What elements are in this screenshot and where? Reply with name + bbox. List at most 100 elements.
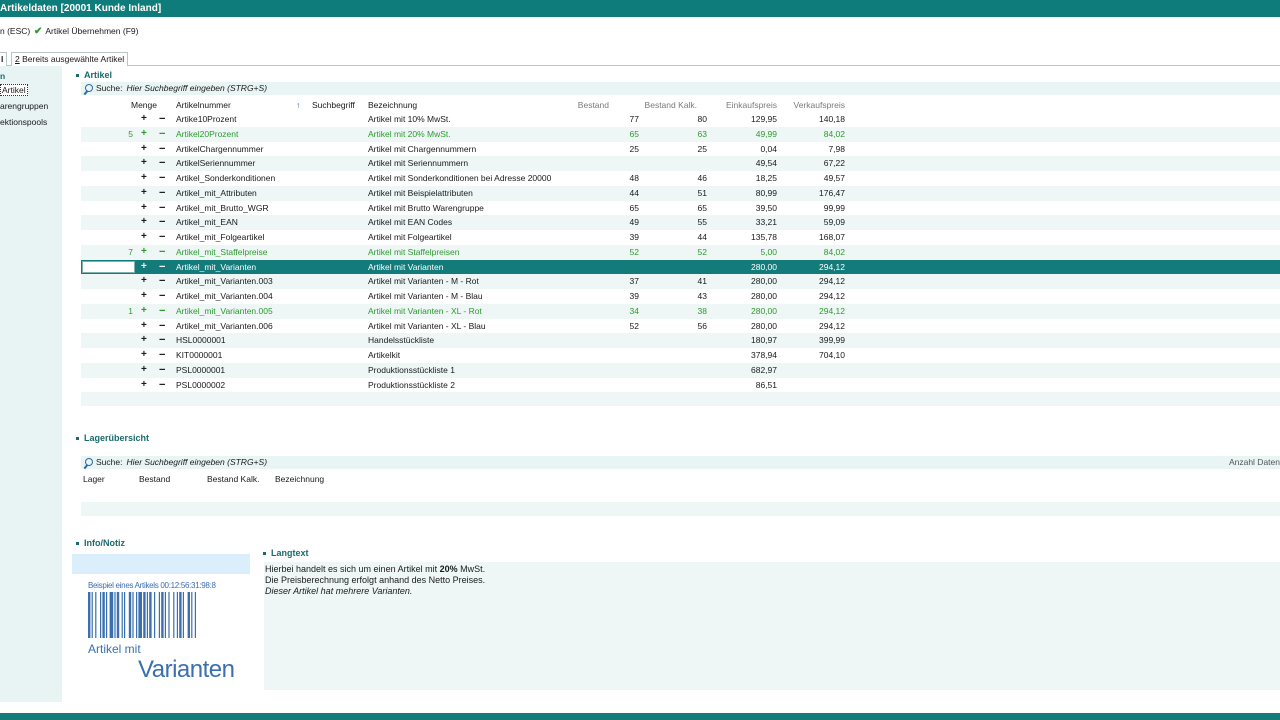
col-header-bezeichnung[interactable]: Bezeichnung xyxy=(368,99,417,111)
cell-bezeichnung: Artikel mit Staffelpreisen xyxy=(368,246,460,257)
table-row[interactable]: + − Artikel_Sonderkonditionen Artikel mit S… xyxy=(81,171,1280,186)
col-header-lager-bestand[interactable]: Bestand xyxy=(139,473,170,485)
cell-bestand: 52 xyxy=(629,320,639,331)
search-input[interactable]: Hier Suchbegriff eingeben (STRG+S) xyxy=(126,83,267,93)
table-row[interactable]: + − HSL0000001 Handelsstückliste 180,97 399,9… xyxy=(81,333,1280,348)
cell-bezeichnung: Artikel mit Varianten - M - Blau xyxy=(368,291,483,301)
artikel-section-title-text: Artikel xyxy=(84,70,113,80)
col-header-menge[interactable]: Menge xyxy=(131,99,157,111)
decrement-icon[interactable]: − xyxy=(159,333,165,348)
increment-icon[interactable]: + xyxy=(141,201,147,216)
table-row[interactable]: + − 1 Artikel_mit_Varianten.005 Artikel mit … xyxy=(81,303,1280,319)
decrement-icon[interactable]: − xyxy=(159,274,165,289)
table-row[interactable]: + − 5 Artikel20Prozent Artikel mit 20% MwSt.… xyxy=(81,126,1280,142)
decrement-icon[interactable]: − xyxy=(159,201,165,216)
lager-search-input[interactable]: Hier Suchbegriff eingeben (STRG+S) xyxy=(126,457,267,467)
cell-bestand-kalk: 43 xyxy=(697,291,707,301)
table-row[interactable]: + − Artikel_mit_Varianten.006 Artikel mit V… xyxy=(81,319,1280,334)
tab-artikel[interactable]: l xyxy=(0,52,8,66)
table-row[interactable]: + − Artikel_mit_Folgeartikel Artikel mit Fo… xyxy=(81,230,1280,245)
cell-artikelnummer: ArtikelSeriennummer xyxy=(176,158,256,169)
cell-verkaufspreis: 294,12 xyxy=(819,261,845,272)
decrement-icon[interactable]: − xyxy=(159,319,165,334)
lager-search-bar[interactable]: Suche: Hier Suchbegriff eingeben (STRG+S)… xyxy=(81,456,1280,469)
sidebar-item-warengruppen[interactable]: arengruppen xyxy=(0,101,48,111)
table-row[interactable]: + − Artikel_mit_EAN Artikel mit EAN Codes 49… xyxy=(81,215,1280,230)
quantity-input[interactable] xyxy=(82,260,135,273)
col-header-suchbegriff[interactable]: Suchbegriff xyxy=(312,99,355,111)
increment-icon[interactable]: + xyxy=(141,378,147,393)
decrement-icon[interactable]: − xyxy=(159,348,165,363)
col-header-artikelnummer[interactable]: Artikelnummer xyxy=(176,99,231,111)
tab-selected-articles[interactable]: 2 Bereits ausgewählte Artikel xyxy=(11,52,129,66)
table-row[interactable]: + − ArtikelChargennummer Artikel mit Charge… xyxy=(81,142,1280,157)
table-row[interactable]: + − Artikel_mit_Brutto_WGR Artikel mit Brut… xyxy=(81,201,1280,216)
increment-icon[interactable]: + xyxy=(141,245,147,260)
table-row[interactable]: + − Artike10Prozent Artikel mit 10% MwSt. 77… xyxy=(81,112,1280,127)
increment-icon[interactable]: + xyxy=(141,333,147,348)
langtext-content[interactable]: Hierbei handelt es sich um einen Artikel… xyxy=(264,562,1280,690)
sort-ascending-icon: ↑ xyxy=(296,100,301,110)
cell-bestand: 44 xyxy=(629,187,639,198)
langtext-section-title-text: Langtext xyxy=(271,548,309,558)
decrement-icon[interactable]: − xyxy=(159,304,165,319)
cell-bezeichnung: Produktionsstückliste 2 xyxy=(368,379,455,390)
decrement-icon[interactable]: − xyxy=(159,112,165,127)
decrement-icon[interactable]: − xyxy=(159,127,165,142)
cell-artikelnummer: Artikel_mit_Varianten.003 xyxy=(176,276,273,287)
increment-icon[interactable]: + xyxy=(141,319,147,334)
cell-bestand-kalk: 41 xyxy=(697,276,707,287)
col-header-verkaufspreis[interactable]: Verkaufspreis xyxy=(775,99,846,111)
table-row[interactable]: + − Artikel_mit_Attributen Artikel mit Beis… xyxy=(81,185,1280,201)
table-row[interactable]: + − PSL0000002 Produktionsstückliste 2 86,51 xyxy=(81,378,1280,393)
decrement-icon[interactable]: − xyxy=(159,171,165,186)
cell-bestand-kalk: 51 xyxy=(697,187,707,198)
decrement-icon[interactable]: − xyxy=(159,142,165,157)
cancel-button[interactable]: n (ESC) xyxy=(0,26,30,36)
increment-icon[interactable]: + xyxy=(141,171,147,186)
decrement-icon[interactable]: − xyxy=(159,363,165,378)
decrement-icon[interactable]: − xyxy=(159,215,165,230)
decrement-icon[interactable]: − xyxy=(159,260,165,275)
increment-icon[interactable]: + xyxy=(141,348,147,363)
accept-button[interactable]: ✔ Artikel Übernehmen (F9) xyxy=(34,26,138,37)
decrement-icon[interactable]: − xyxy=(159,186,165,201)
increment-icon[interactable]: + xyxy=(141,142,147,157)
table-row[interactable]: + − Artikel_mit_Varianten Artikel mit Varia… xyxy=(81,259,1280,275)
increment-icon[interactable]: + xyxy=(141,230,147,245)
table-row[interactable]: + − PSL0000001 Produktionsstückliste 1 682,9… xyxy=(81,362,1280,378)
decrement-icon[interactable]: − xyxy=(159,245,165,260)
increment-icon[interactable]: + xyxy=(141,260,147,275)
cell-verkaufspreis: 294,12 xyxy=(819,305,845,316)
col-header-einkaufspreis[interactable]: Einkaufspreis xyxy=(707,99,777,111)
sidebar-item-selektionspools[interactable]: ektionspools xyxy=(0,117,47,127)
table-row[interactable]: + − Artikel_mit_Varianten.003 Artikel mit V… xyxy=(81,274,1280,289)
increment-icon[interactable]: + xyxy=(141,186,147,201)
increment-icon[interactable]: + xyxy=(141,156,147,171)
col-header-lager-bestand-kalk[interactable]: Bestand Kalk. xyxy=(207,473,259,485)
langtext-line3: Dieser Artikel hat mehrere Varianten. xyxy=(265,586,413,596)
decrement-icon[interactable]: − xyxy=(159,378,165,393)
table-row[interactable]: + − 7 Artikel_mit_Staffelpreise Artikel mit … xyxy=(81,244,1280,260)
decrement-icon[interactable]: − xyxy=(159,230,165,245)
table-row[interactable]: + − KIT0000001 Artikelkit 378,94 704,10 xyxy=(81,348,1280,363)
cell-verkaufspreis: 294,12 xyxy=(819,320,845,331)
increment-icon[interactable]: + xyxy=(141,112,147,127)
increment-icon[interactable]: + xyxy=(141,274,147,289)
artikel-search-bar[interactable]: Suche: Hier Suchbegriff eingeben (STRG+S) xyxy=(81,82,1280,95)
col-header-bestand[interactable]: Bestand xyxy=(551,99,609,111)
increment-icon[interactable]: + xyxy=(141,289,147,304)
increment-icon[interactable]: + xyxy=(141,363,147,378)
decrement-icon[interactable]: − xyxy=(159,156,165,171)
cell-bestand: 65 xyxy=(629,128,639,139)
col-header-bestand-kalk[interactable]: Bestand Kalk. xyxy=(631,99,697,111)
increment-icon[interactable]: + xyxy=(141,127,147,142)
decrement-icon[interactable]: − xyxy=(159,289,165,304)
increment-icon[interactable]: + xyxy=(141,304,147,319)
col-header-lager-bezeichnung[interactable]: Bezeichnung xyxy=(275,473,324,485)
col-header-lager[interactable]: Lager xyxy=(83,473,105,485)
table-row[interactable]: + − Artikel_mit_Varianten.004 Artikel mit V… xyxy=(81,289,1280,304)
table-row[interactable]: + − ArtikelSeriennummer Artikel mit Serienn… xyxy=(81,156,1280,171)
sidebar-item-artikel[interactable]: Artikel xyxy=(0,84,28,96)
increment-icon[interactable]: + xyxy=(141,215,147,230)
